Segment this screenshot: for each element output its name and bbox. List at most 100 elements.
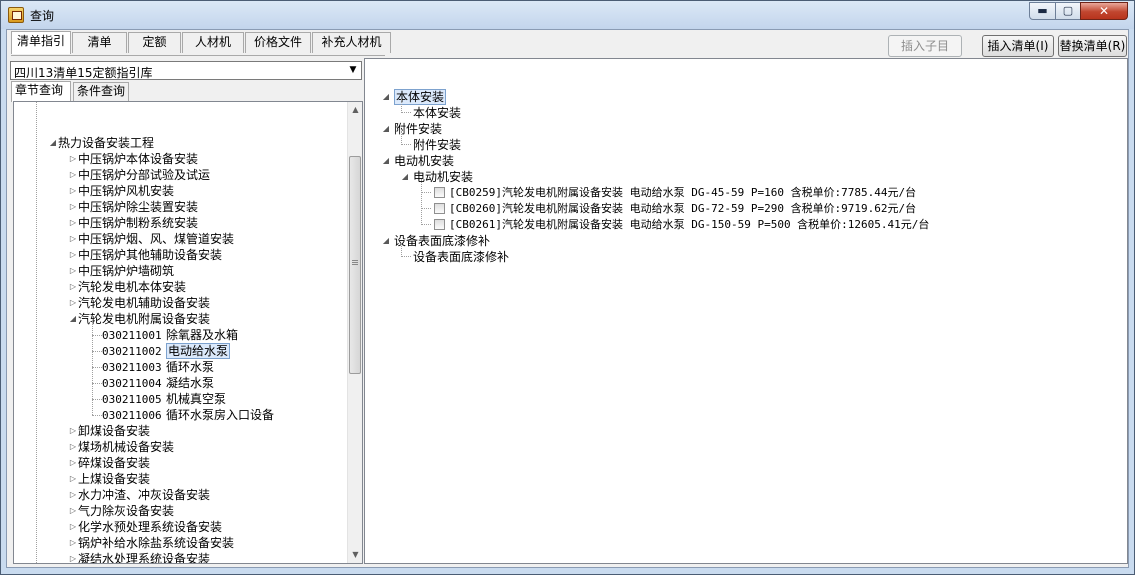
insert-child-button[interactable]: 插入子目 [888, 35, 962, 57]
quota-tree[interactable]: ◢ 本体安装 本体安装 ◢ 附件安装 附件安装 ◢ 电动机安装 ◢ 电动机安装 [CB0259]汽轮… [364, 58, 1128, 564]
tree-item-chapter[interactable]: 卸煤设备安装 [78, 423, 150, 439]
minimize-button[interactable]: ▬ [1029, 2, 1056, 20]
tree-item-label: 中压锅炉除尘装置安装 [78, 200, 199, 214]
scroll-thumb[interactable] [349, 156, 361, 374]
expand-arrow-icon[interactable]: ▷ [68, 535, 78, 551]
collapse-arrow-icon[interactable]: ◢ [68, 311, 78, 327]
tab-list[interactable]: 清单 [72, 32, 127, 53]
tree-item-chapter[interactable]: 碎煤设备安装 [78, 455, 150, 471]
tree-item-label: [CB0260]汽轮发电机附属设备安装 电动给水泵 DG-72-59 P=290… [449, 202, 917, 215]
expand-arrow-icon[interactable]: ▷ [68, 471, 78, 487]
tree-item-chapter[interactable]: 中压锅炉本体设备安装 [78, 151, 198, 167]
tree-item-chapter[interactable]: 水力冲渣、冲灰设备安装 [78, 487, 210, 503]
expand-arrow-icon[interactable]: ▷ [68, 295, 78, 311]
expand-arrow-icon[interactable]: ▷ [68, 215, 78, 231]
chapter-tree[interactable]: ◢ 热力设备安装工程 ▷ 中压锅炉本体设备安装 ▷ 中压锅炉分部试验及试运 ▷ 中压锅炉风机安… [13, 101, 363, 564]
tree-item-chapter[interactable]: 煤场机械设备安装 [78, 439, 174, 455]
expand-arrow-icon[interactable]: ▷ [68, 247, 78, 263]
tab-price-file[interactable]: 价格文件 [245, 32, 311, 53]
tree-item-code-row[interactable]: 030211003 循环水泵 [102, 359, 214, 375]
tree-item-code: 030211006 [102, 409, 162, 422]
tree-item-chapter[interactable]: 气力除灰设备安装 [78, 503, 174, 519]
tree-item-chapter[interactable]: 中压锅炉炉墙砌筑 [78, 263, 174, 279]
expand-arrow-icon[interactable]: ▷ [68, 151, 78, 167]
tree-item-chapter[interactable]: 中压锅炉除尘装置安装 [78, 199, 198, 215]
collapse-arrow-icon[interactable]: ◢ [48, 135, 58, 151]
tab-quota[interactable]: 定额 [128, 32, 181, 53]
quota-category[interactable]: 附件安装 [413, 137, 461, 153]
quota-checkbox[interactable] [434, 219, 445, 230]
maximize-button[interactable]: ▢ [1055, 2, 1081, 20]
tree-item-chapter[interactable]: 中压锅炉分部试验及试运 [78, 167, 210, 183]
quota-category[interactable]: 设备表面底漆修补 [413, 249, 509, 265]
expand-arrow-icon[interactable]: ▷ [68, 551, 78, 563]
tree-item-code-row[interactable]: 030211002 电动给水泵 [102, 343, 231, 359]
tree-item-chapter[interactable]: 汽轮发电机附属设备安装 [78, 311, 210, 327]
quota-category[interactable]: 电动机安装 [394, 153, 454, 169]
tree-item-chapter[interactable]: 中压锅炉制粉系统安装 [78, 215, 198, 231]
expand-arrow-icon[interactable]: ▷ [68, 199, 78, 215]
tree-item-label: [CB0259]汽轮发电机附属设备安装 电动给水泵 DG-45-59 P=160… [449, 186, 917, 199]
expand-arrow-icon[interactable]: ▷ [68, 487, 78, 503]
quota-item[interactable]: [CB0260]汽轮发电机附属设备安装 电动给水泵 DG-72-59 P=290… [449, 201, 916, 217]
tab-chapter-query[interactable]: 章节查询 [11, 81, 71, 102]
library-select-value: 四川13清单15定额指引库 [14, 66, 153, 80]
tree-guide-line [401, 99, 402, 113]
collapse-arrow-icon[interactable]: ◢ [381, 121, 391, 137]
tree-item-label: 中压锅炉烟、风、煤管道安装 [78, 232, 235, 246]
quota-category[interactable]: 电动机安装 [413, 169, 473, 185]
expand-arrow-icon[interactable]: ▷ [68, 519, 78, 535]
expand-arrow-icon[interactable]: ▷ [68, 455, 78, 471]
collapse-arrow-icon[interactable]: ◢ [381, 153, 391, 169]
quota-category[interactable]: 设备表面底漆修补 [394, 233, 490, 249]
expand-arrow-icon[interactable]: ▷ [68, 167, 78, 183]
tree-item-chapter[interactable]: 上煤设备安装 [78, 471, 150, 487]
collapse-arrow-icon[interactable]: ◢ [381, 89, 391, 105]
expand-arrow-icon[interactable]: ▷ [68, 263, 78, 279]
collapse-arrow-icon[interactable]: ◢ [400, 169, 410, 185]
tree-scrollbar[interactable]: ▲ ▼ [347, 102, 362, 563]
replace-list-button[interactable]: 替换清单(R) [1058, 35, 1127, 57]
tree-item-code: 030211004 [102, 377, 162, 390]
tree-item-code-row[interactable]: 030211001 除氧器及水箱 [102, 327, 238, 343]
tab-divider [11, 55, 385, 56]
tree-item-chapter[interactable]: 汽轮发电机辅助设备安装 [78, 295, 210, 311]
chevron-down-icon[interactable]: ▼ [345, 62, 361, 79]
expand-arrow-icon[interactable]: ▷ [68, 231, 78, 247]
scroll-down-icon[interactable]: ▼ [348, 547, 362, 563]
tab-list-guide[interactable]: 清单指引 [11, 31, 71, 54]
expand-arrow-icon[interactable]: ▷ [68, 423, 78, 439]
expand-arrow-icon[interactable]: ▷ [68, 503, 78, 519]
expand-arrow-icon[interactable]: ▷ [68, 183, 78, 199]
quota-item[interactable]: [CB0259]汽轮发电机附属设备安装 电动给水泵 DG-45-59 P=160… [449, 185, 916, 201]
tree-item-chapter[interactable]: 汽轮发电机本体安装 [78, 279, 186, 295]
tree-item-chapter[interactable]: 化学水预处理系统设备安装 [78, 519, 222, 535]
tree-item-chapter[interactable]: 凝结水处理系统设备安装 [78, 551, 210, 563]
tree-item-code: 030211005 [102, 393, 162, 406]
insert-list-button[interactable]: 插入清单(I) [982, 35, 1054, 57]
expand-arrow-icon[interactable]: ▷ [68, 439, 78, 455]
title-bar[interactable]: 查询 ▬ ▢ ✕ [1, 1, 1134, 29]
tree-item-label: 电动机安装 [394, 154, 455, 168]
tree-item-chapter[interactable]: 中压锅炉烟、风、煤管道安装 [78, 231, 234, 247]
tree-item-chapter[interactable]: 中压锅炉其他辅助设备安装 [78, 247, 222, 263]
close-button[interactable]: ✕ [1080, 2, 1128, 20]
tree-item-chapter[interactable]: 热力设备安装工程 [58, 135, 154, 151]
collapse-arrow-icon[interactable]: ◢ [381, 233, 391, 249]
tab-supplement-lmm[interactable]: 补充人材机 [312, 32, 391, 53]
tab-labor-material-machine[interactable]: 人材机 [182, 32, 244, 53]
quota-checkbox[interactable] [434, 203, 445, 214]
expand-arrow-icon[interactable]: ▷ [68, 279, 78, 295]
tree-item-code-row[interactable]: 030211006 循环水泵房入口设备 [102, 407, 274, 423]
quota-checkbox[interactable] [434, 187, 445, 198]
library-select[interactable]: 四川13清单15定额指引库 ▼ [10, 61, 362, 80]
tab-condition-query[interactable]: 条件查询 [73, 82, 129, 101]
tree-item-code-row[interactable]: 030211004 凝结水泵 [102, 375, 214, 391]
quota-category[interactable]: 本体安装 [413, 105, 461, 121]
quota-item[interactable]: [CB0261]汽轮发电机附属设备安装 电动给水泵 DG-150-59 P=50… [449, 217, 929, 233]
tree-item-chapter[interactable]: 锅炉补给水除盐系统设备安装 [78, 535, 234, 551]
tree-item-label: 设备表面底漆修补 [394, 234, 491, 248]
scroll-up-icon[interactable]: ▲ [348, 102, 362, 118]
tree-item-code-row[interactable]: 030211005 机械真空泵 [102, 391, 226, 407]
tree-item-chapter[interactable]: 中压锅炉风机安装 [78, 183, 174, 199]
